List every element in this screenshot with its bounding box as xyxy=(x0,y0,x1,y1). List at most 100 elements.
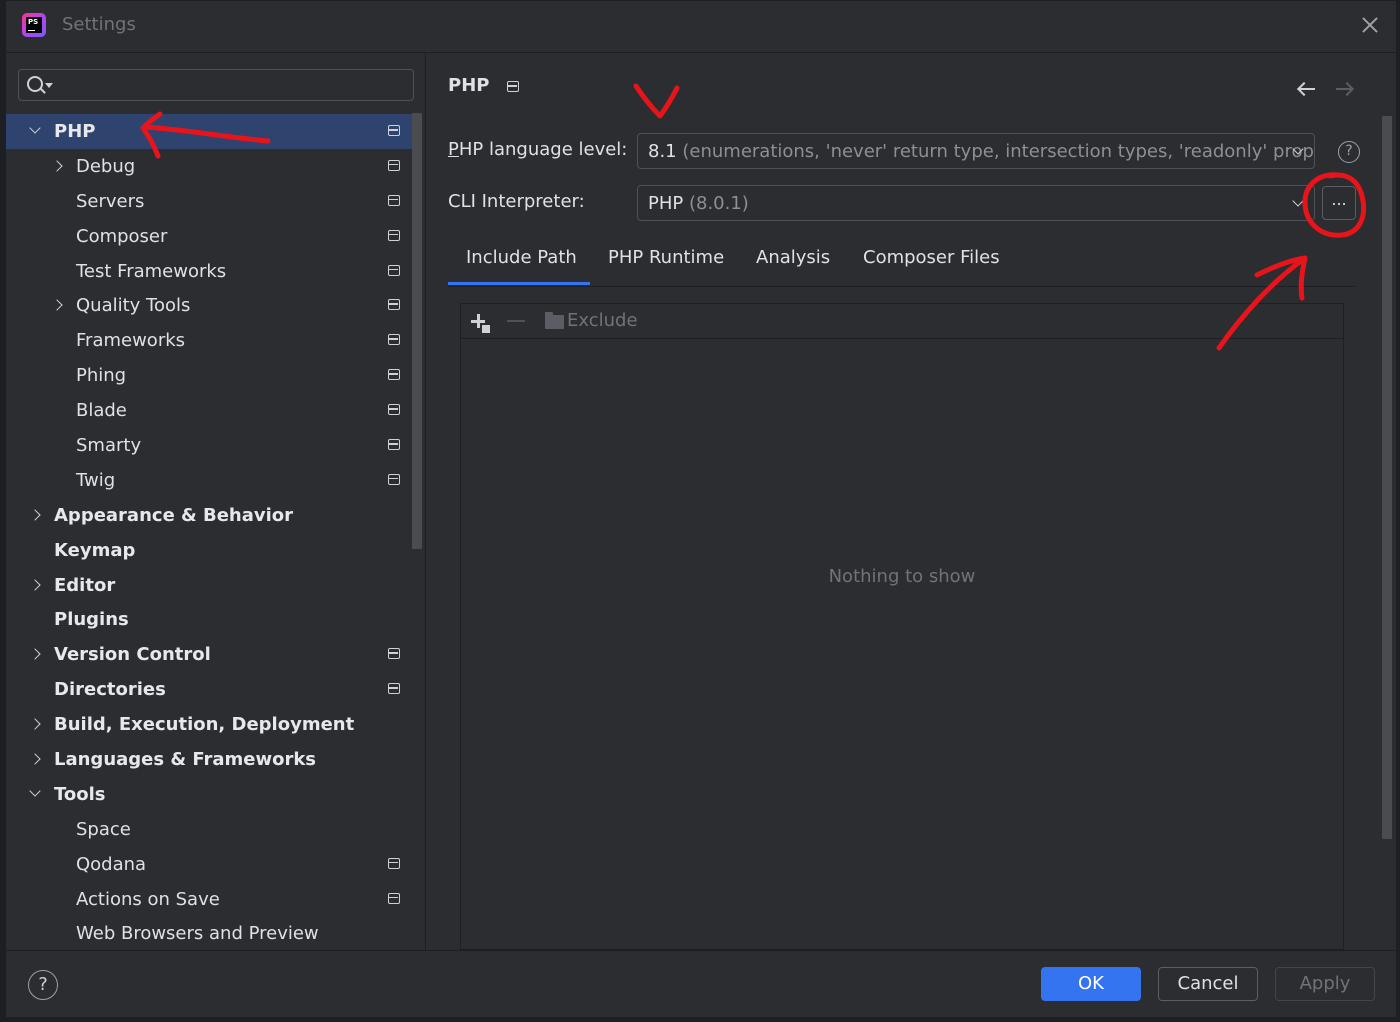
sidebar-item-label: Space xyxy=(76,818,131,840)
cli-interpreter-label: CLI Interpreter: xyxy=(448,191,585,212)
project-scope-icon xyxy=(388,194,400,206)
cli-interpreter-dropdown[interactable]: PHP (8.0.1) xyxy=(637,185,1315,221)
chevron-right-icon[interactable] xyxy=(30,510,40,520)
tab-analysis[interactable]: Analysis xyxy=(756,247,830,268)
sidebar-item-label: Composer xyxy=(76,225,168,247)
sidebar-item-test-frameworks[interactable]: Test Frameworks xyxy=(6,254,412,289)
phpstorm-app-icon: PS xyxy=(22,13,46,37)
sidebar-item-label: Version Control xyxy=(54,644,211,666)
project-scope-icon xyxy=(388,648,400,660)
language-level-dropdown[interactable]: 8.1 (enumerations, 'never' return type, … xyxy=(637,133,1315,169)
include-path-list[interactable]: Exclude Nothing to show xyxy=(460,303,1344,950)
sidebar-item-version-control[interactable]: Version Control xyxy=(6,637,412,672)
sidebar-item-label: Servers xyxy=(76,190,145,212)
sidebar-item-actions-on-save[interactable]: Actions on Save xyxy=(6,882,412,917)
project-scope-icon xyxy=(388,857,400,869)
chevron-right-icon[interactable] xyxy=(52,161,62,171)
cli-interpreter-value: PHP xyxy=(648,193,684,214)
app-icon-letters: PS xyxy=(28,18,39,26)
language-level-label: PHP language level: xyxy=(448,139,628,160)
sidebar-item-web-browsers-and-preview[interactable]: Web Browsers and Preview xyxy=(6,916,412,950)
sidebar-item-label: Appearance & Behavior xyxy=(54,504,294,526)
sidebar-item-editor[interactable]: Editor xyxy=(6,568,412,603)
project-scope-icon xyxy=(388,369,400,381)
search-icon[interactable] xyxy=(27,76,43,92)
ok-button[interactable]: OK xyxy=(1041,967,1141,1001)
project-scope-icon xyxy=(388,473,400,485)
tab-include-path[interactable]: Include Path xyxy=(466,247,577,268)
help-button[interactable]: ? xyxy=(28,970,58,1000)
search-box[interactable] xyxy=(18,69,414,101)
apply-button: Apply xyxy=(1275,967,1375,1001)
sidebar-item-twig[interactable]: Twig xyxy=(6,463,412,498)
sidebar-item-plugins[interactable]: Plugins xyxy=(6,602,412,637)
project-scope-icon xyxy=(388,159,400,171)
sidebar-item-smarty[interactable]: Smarty xyxy=(6,428,412,463)
sidebar-item-languages-frameworks[interactable]: Languages & Frameworks xyxy=(6,742,412,777)
sidebar-item-qodana[interactable]: Qodana xyxy=(6,847,412,882)
sidebar-item-label: Debug xyxy=(76,155,136,177)
sidebar-item-tools[interactable]: Tools xyxy=(6,777,412,812)
sidebar-scrollbar[interactable] xyxy=(412,113,422,549)
sidebar-item-build-execution-deployment[interactable]: Build, Execution, Deployment xyxy=(6,707,412,742)
back-arrow-icon[interactable] xyxy=(1297,81,1317,97)
sidebar-item-space[interactable]: Space xyxy=(6,812,412,847)
sidebar-item-servers[interactable]: Servers xyxy=(6,184,412,219)
chevron-right-icon[interactable] xyxy=(30,649,40,659)
close-icon[interactable] xyxy=(1358,13,1382,37)
sidebar-item-directories[interactable]: Directories xyxy=(6,672,412,707)
sidebar-item-label: Twig xyxy=(76,469,116,491)
chevron-right-icon[interactable] xyxy=(30,754,40,764)
project-scope-icon xyxy=(388,264,400,276)
chevron-right-icon[interactable] xyxy=(30,580,40,590)
project-scope-icon xyxy=(388,229,400,241)
dialog-footer: ? OK Cancel Apply xyxy=(6,950,1396,1017)
settings-dialog: PS Settings PHP Debug Servers Composer Test … xyxy=(5,0,1397,1017)
sidebar-item-composer[interactable]: Composer xyxy=(6,219,412,254)
search-history-dropdown-icon[interactable] xyxy=(45,83,53,88)
sidebar-item-php[interactable]: PHP xyxy=(6,114,412,149)
sidebar-item-frameworks[interactable]: Frameworks xyxy=(6,323,412,358)
chevron-right-icon[interactable] xyxy=(52,300,62,310)
empty-list-text: Nothing to show xyxy=(828,566,976,587)
sidebar-item-quality-tools[interactable]: Quality Tools xyxy=(6,288,412,323)
add-icon[interactable] xyxy=(471,314,490,333)
project-scope-icon xyxy=(507,81,519,92)
title-bar: PS Settings xyxy=(6,1,1396,53)
sidebar-item-keymap[interactable]: Keymap xyxy=(6,533,412,568)
chevron-down-icon[interactable] xyxy=(30,126,40,136)
search-input[interactable] xyxy=(59,73,399,97)
sidebar-item-phing[interactable]: Phing xyxy=(6,358,412,393)
help-icon[interactable]: ? xyxy=(1338,141,1360,163)
tab-php-runtime[interactable]: PHP Runtime xyxy=(608,247,724,268)
content-scrollbar[interactable] xyxy=(1382,116,1392,839)
sidebar-item-label: Frameworks xyxy=(76,330,186,352)
remove-icon xyxy=(507,320,525,322)
chevron-down-icon[interactable] xyxy=(30,789,40,799)
sidebar-item-label: Qodana xyxy=(76,853,147,875)
sidebar-item-label: Actions on Save xyxy=(76,888,220,910)
page-title: PHP xyxy=(448,75,490,96)
window-title: Settings xyxy=(62,14,136,35)
project-scope-icon xyxy=(388,404,400,416)
tab-composer-files[interactable]: Composer Files xyxy=(863,247,1000,268)
sidebar-item-label: Plugins xyxy=(54,609,129,631)
sidebar-item-label: Languages & Frameworks xyxy=(54,748,317,770)
browse-interpreters-button[interactable]: ... xyxy=(1322,186,1356,220)
sidebar-item-blade[interactable]: Blade xyxy=(6,393,412,428)
sidebar-item-appearance-behavior[interactable]: Appearance & Behavior xyxy=(6,498,412,533)
project-scope-icon xyxy=(388,892,400,904)
php-settings-panel: PHP PHP language level: 8.1 (enumeration… xyxy=(427,53,1396,950)
project-scope-icon xyxy=(388,125,400,136)
chevron-right-icon[interactable] xyxy=(30,719,40,729)
sidebar-item-debug[interactable]: Debug xyxy=(6,149,412,184)
project-scope-icon xyxy=(388,683,400,695)
project-scope-icon xyxy=(388,439,400,451)
language-level-hint: (enumerations, 'never' return type, inte… xyxy=(682,141,1315,162)
list-toolbar: Exclude xyxy=(461,304,1343,339)
sidebar-item-label: Build, Execution, Deployment xyxy=(54,714,355,736)
sidebar-item-label: Test Frameworks xyxy=(76,260,227,282)
cancel-button[interactable]: Cancel xyxy=(1158,967,1258,1001)
folder-icon xyxy=(545,312,564,329)
language-level-value: 8.1 xyxy=(648,141,677,162)
